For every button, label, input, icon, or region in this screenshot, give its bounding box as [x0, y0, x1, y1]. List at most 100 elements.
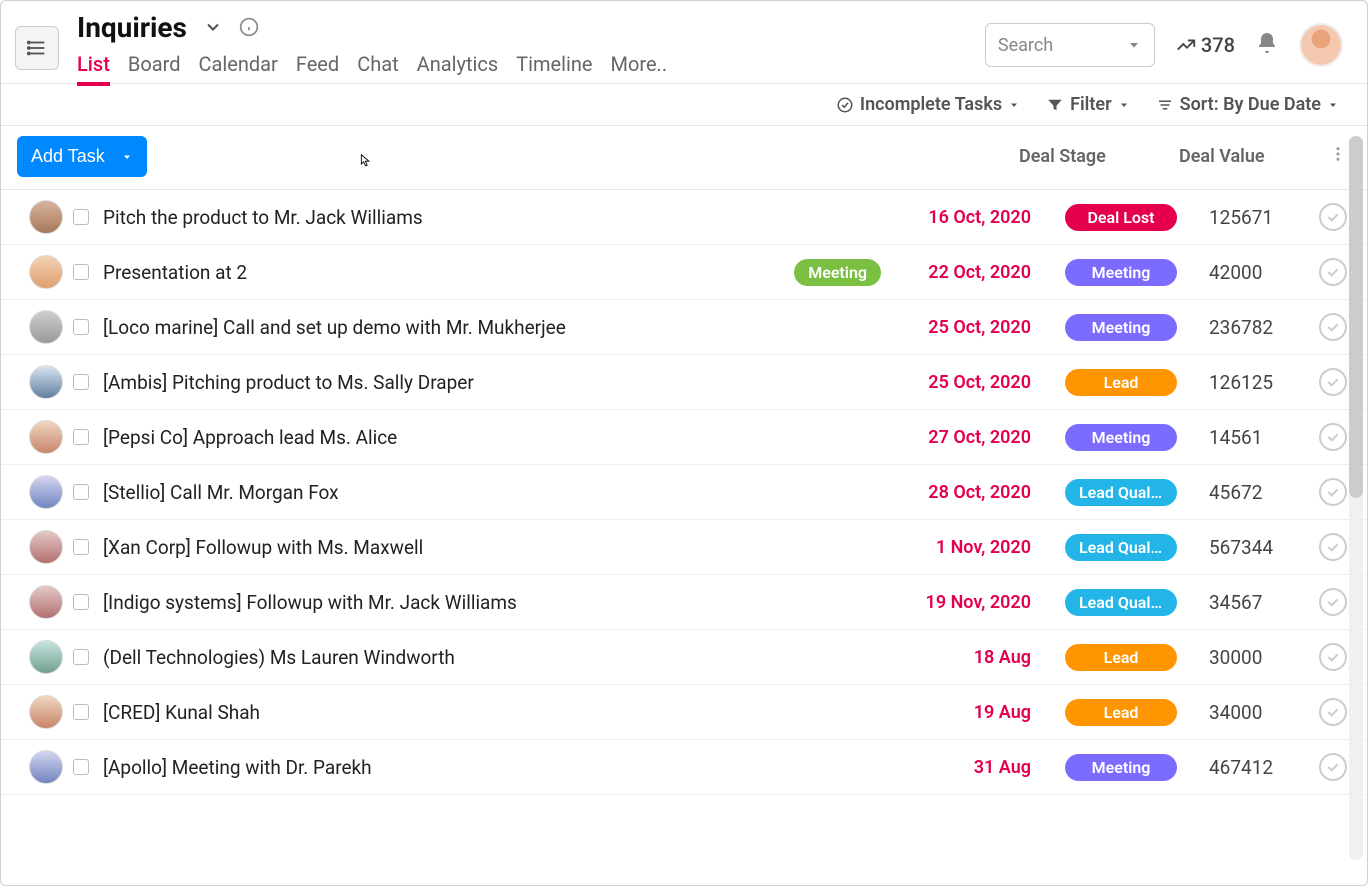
task-title[interactable]: [Pepsi Co] Approach lead Ms. Alice [103, 426, 891, 449]
task-title[interactable]: (Dell Technologies) Ms Lauren Windworth [103, 646, 891, 669]
complete-task-button[interactable] [1319, 588, 1347, 616]
task-row[interactable]: (Dell Technologies) Ms Lauren Windworth1… [1, 630, 1367, 685]
task-checkbox[interactable] [73, 374, 89, 390]
deal-stage-pill[interactable]: Lead [1065, 369, 1177, 396]
task-row[interactable]: Presentation at 2Meeting22 Oct, 2020Meet… [1, 245, 1367, 300]
user-avatar[interactable] [1299, 23, 1343, 67]
task-title[interactable]: [Stellio] Call Mr. Morgan Fox [103, 481, 891, 504]
tab-analytics[interactable]: Analytics [417, 52, 499, 86]
task-due-date: 22 Oct, 2020 [891, 262, 1031, 283]
complete-task-button[interactable] [1319, 643, 1347, 671]
activity-stat[interactable]: 378 [1175, 33, 1235, 57]
deal-stage-pill[interactable]: Meeting [1065, 424, 1177, 451]
task-checkbox[interactable] [73, 264, 89, 280]
task-title[interactable]: [Ambis] Pitching product to Ms. Sally Dr… [103, 371, 891, 394]
task-due-date: 19 Nov, 2020 [891, 592, 1031, 613]
complete-task-button[interactable] [1319, 753, 1347, 781]
tab-board[interactable]: Board [128, 52, 181, 86]
deal-stage-pill[interactable]: Lead [1065, 644, 1177, 671]
more-vertical-icon [1329, 145, 1347, 163]
assignee-avatar[interactable] [29, 475, 63, 509]
task-row[interactable]: [CRED] Kunal Shah19 AugLead34000 [1, 685, 1367, 740]
scrollbar-thumb[interactable] [1349, 136, 1363, 498]
task-title[interactable]: Pitch the product to Mr. Jack Williams [103, 206, 891, 229]
scrollbar[interactable] [1349, 136, 1363, 860]
deal-stage-pill[interactable]: Deal Lost [1065, 204, 1177, 231]
task-checkbox[interactable] [73, 649, 89, 665]
task-checkbox[interactable] [73, 319, 89, 335]
deal-value: 467412 [1209, 756, 1319, 779]
tab-feed[interactable]: Feed [296, 52, 339, 86]
add-task-button[interactable]: Add Task [17, 136, 147, 177]
deal-stage-pill[interactable]: Lead Quali... [1065, 534, 1177, 561]
notifications-button[interactable] [1255, 31, 1279, 59]
task-checkbox[interactable] [73, 594, 89, 610]
task-title[interactable]: Presentation at 2 [103, 261, 794, 284]
task-title[interactable]: [Xan Corp] Followup with Ms. Maxwell [103, 536, 891, 559]
task-checkbox[interactable] [73, 209, 89, 225]
deal-value: 30000 [1209, 646, 1319, 669]
filter-button[interactable]: Filter [1046, 94, 1129, 115]
assignee-avatar[interactable] [29, 420, 63, 454]
deal-stage-pill[interactable]: Meeting [1065, 259, 1177, 286]
task-row[interactable]: [Loco marine] Call and set up demo with … [1, 300, 1367, 355]
deal-stage-pill[interactable]: Lead [1065, 699, 1177, 726]
chevron-down-icon [1118, 99, 1130, 111]
task-row[interactable]: [Pepsi Co] Approach lead Ms. Alice27 Oct… [1, 410, 1367, 465]
assignee-avatar[interactable] [29, 530, 63, 564]
task-row[interactable]: [Ambis] Pitching product to Ms. Sally Dr… [1, 355, 1367, 410]
tab-chat[interactable]: Chat [357, 52, 398, 86]
task-title[interactable]: [Indigo systems] Followup with Mr. Jack … [103, 591, 891, 614]
assignee-avatar[interactable] [29, 255, 63, 289]
complete-task-button[interactable] [1319, 258, 1347, 286]
complete-task-button[interactable] [1319, 313, 1347, 341]
tab-list[interactable]: List [77, 52, 110, 86]
bell-icon [1255, 31, 1279, 55]
deal-stage-pill[interactable]: Lead Quali... [1065, 589, 1177, 616]
title-dropdown-icon[interactable] [203, 17, 223, 37]
complete-task-button[interactable] [1319, 478, 1347, 506]
task-checkbox[interactable] [73, 429, 89, 445]
deal-stage-pill[interactable]: Meeting [1065, 754, 1177, 781]
assignee-avatar[interactable] [29, 310, 63, 344]
task-row[interactable]: Pitch the product to Mr. Jack Williams16… [1, 190, 1367, 245]
task-checkbox[interactable] [73, 704, 89, 720]
task-row[interactable]: [Stellio] Call Mr. Morgan Fox28 Oct, 202… [1, 465, 1367, 520]
menu-button[interactable] [15, 26, 59, 70]
col-header-stage[interactable]: Deal Stage [1019, 146, 1149, 167]
col-header-value[interactable]: Deal Value [1179, 146, 1299, 167]
assignee-avatar[interactable] [29, 750, 63, 784]
complete-task-button[interactable] [1319, 368, 1347, 396]
task-row[interactable]: [Xan Corp] Followup with Ms. Maxwell1 No… [1, 520, 1367, 575]
complete-task-button[interactable] [1319, 533, 1347, 561]
assignee-avatar[interactable] [29, 640, 63, 674]
assignee-avatar[interactable] [29, 585, 63, 619]
search-dropdown[interactable]: Search [985, 23, 1155, 67]
tab-more[interactable]: More.. [610, 52, 667, 86]
deal-stage-pill[interactable]: Lead Quali... [1065, 479, 1177, 506]
complete-task-button[interactable] [1319, 203, 1347, 231]
assignee-avatar[interactable] [29, 365, 63, 399]
complete-task-button[interactable] [1319, 698, 1347, 726]
task-checkbox[interactable] [73, 759, 89, 775]
task-row[interactable]: [Indigo systems] Followup with Mr. Jack … [1, 575, 1367, 630]
filter-icon [1046, 96, 1064, 114]
tab-timeline[interactable]: Timeline [516, 52, 592, 86]
task-title[interactable]: [Loco marine] Call and set up demo with … [103, 316, 891, 339]
task-title[interactable]: [CRED] Kunal Shah [103, 701, 891, 724]
status-filter-label: Incomplete Tasks [860, 94, 1002, 115]
complete-task-button[interactable] [1319, 423, 1347, 451]
status-filter[interactable]: Incomplete Tasks [836, 94, 1020, 115]
more-columns-button[interactable] [1329, 145, 1347, 168]
task-title[interactable]: [Apollo] Meeting with Dr. Parekh [103, 756, 891, 779]
info-icon[interactable] [239, 17, 259, 37]
tab-calendar[interactable]: Calendar [198, 52, 277, 86]
task-checkbox[interactable] [73, 484, 89, 500]
deal-value: 236782 [1209, 316, 1319, 339]
deal-stage-pill[interactable]: Meeting [1065, 314, 1177, 341]
task-row[interactable]: [Apollo] Meeting with Dr. Parekh31 AugMe… [1, 740, 1367, 795]
assignee-avatar[interactable] [29, 200, 63, 234]
assignee-avatar[interactable] [29, 695, 63, 729]
task-checkbox[interactable] [73, 539, 89, 555]
sort-button[interactable]: Sort: By Due Date [1156, 94, 1339, 115]
